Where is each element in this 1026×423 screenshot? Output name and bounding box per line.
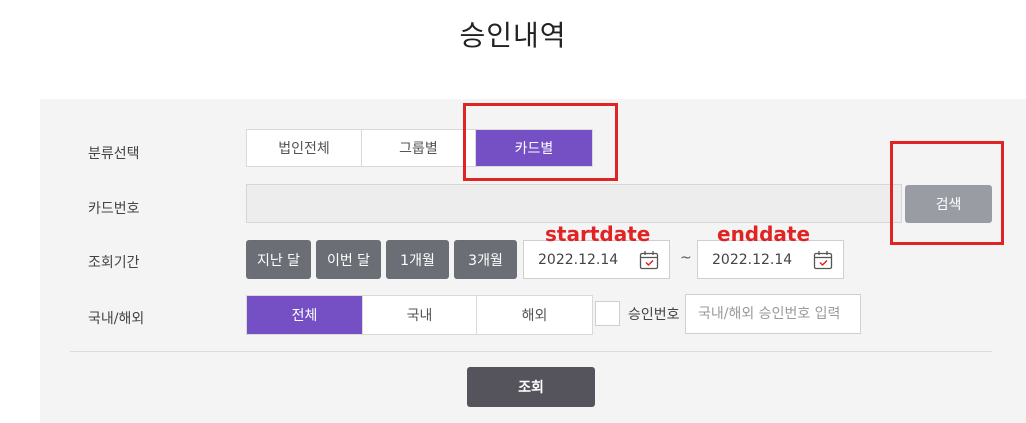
tab-overseas[interactable]: 해외 bbox=[477, 296, 592, 334]
region-label: 국내/해외 bbox=[88, 311, 145, 327]
divider bbox=[70, 351, 992, 352]
period-label: 조회기간 bbox=[88, 255, 140, 271]
annotation-box-card-tab bbox=[463, 103, 618, 181]
calendar-icon[interactable] bbox=[813, 250, 833, 270]
query-button[interactable]: 조회 bbox=[467, 367, 595, 407]
tab-group[interactable]: 그룹별 bbox=[362, 130, 476, 166]
tab-region-all[interactable]: 전체 bbox=[247, 296, 363, 334]
start-date-value: 2022.12.14 bbox=[538, 251, 619, 268]
this-month-button[interactable]: 이번 달 bbox=[316, 240, 381, 279]
calendar-icon[interactable] bbox=[639, 250, 659, 270]
page-title: 승인내역 bbox=[459, 19, 567, 52]
region-tabs: 전체 국내 해외 bbox=[246, 295, 593, 335]
end-date-value: 2022.12.14 bbox=[712, 251, 793, 268]
category-label: 분류선택 bbox=[88, 146, 140, 162]
three-months-button[interactable]: 3개월 bbox=[454, 240, 517, 279]
tab-domestic[interactable]: 국내 bbox=[363, 296, 477, 334]
annotation-box-search bbox=[890, 141, 1004, 245]
one-month-button[interactable]: 1개월 bbox=[386, 240, 449, 279]
last-month-button[interactable]: 지난 달 bbox=[246, 240, 311, 279]
approval-number-input[interactable] bbox=[685, 294, 861, 334]
date-separator: ~ bbox=[680, 250, 692, 266]
annotation-enddate: enddate bbox=[717, 222, 811, 246]
approval-number-checkbox[interactable] bbox=[595, 301, 620, 326]
card-number-label: 카드번호 bbox=[88, 201, 140, 217]
annotation-startdate: startdate bbox=[545, 222, 651, 246]
card-number-field[interactable] bbox=[246, 184, 902, 223]
approval-number-label: 승인번호 bbox=[628, 307, 680, 323]
tab-corporate-all[interactable]: 법인전체 bbox=[247, 130, 362, 166]
